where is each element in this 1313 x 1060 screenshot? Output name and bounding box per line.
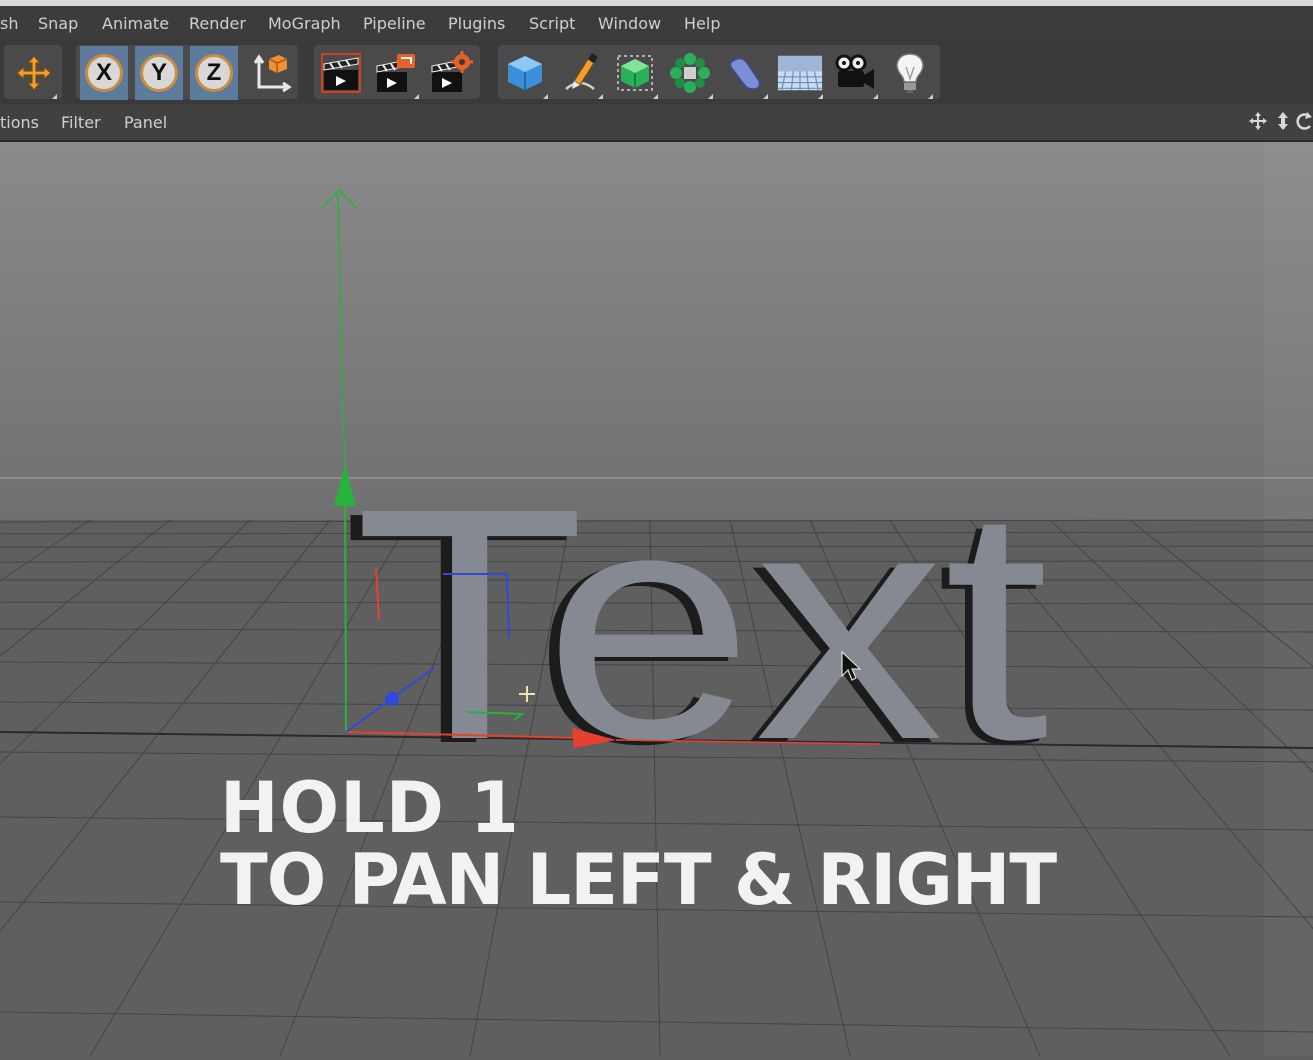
move-icon [16,55,52,91]
submenu-indicator-icon [763,94,768,99]
camera-button[interactable] [831,46,879,100]
menu-bar: sh Snap Animate Render MoGraph Pipeline … [0,6,1313,40]
viewport-menu-panel[interactable]: Panel [124,113,167,132]
submenu-indicator-icon [414,94,419,99]
subdivision-surface-button[interactable] [611,46,659,100]
text-object[interactable]: Text Text [342,439,1050,812]
x-axis-label: X [95,59,112,86]
menu-help[interactable]: Help [684,14,720,33]
cloner-button[interactable] [666,46,714,100]
floor-button[interactable] [776,46,824,100]
menu-pipeline[interactable]: Pipeline [363,14,426,33]
submenu-indicator-icon [598,94,603,99]
cube-icon [508,56,542,90]
pen-spline-button[interactable] [556,46,604,100]
camera-icon [835,54,874,89]
pen-icon [565,53,598,90]
menu-animate[interactable]: Animate [102,14,169,33]
submenu-indicator-icon [708,94,713,99]
coordinate-system-icon [253,54,292,93]
floor-icon [777,55,823,91]
y-axis-label: Y [150,59,167,86]
menu-mesh[interactable]: sh [0,14,18,33]
menu-script[interactable]: Script [529,14,575,33]
z-axis-handle-dot[interactable] [385,692,399,706]
menu-render[interactable]: Render [189,14,246,33]
render-settings-button[interactable] [427,46,475,100]
bend-deformer-icon [729,57,761,90]
lock-y-axis-button[interactable]: Y [135,46,183,100]
caption-line-2: TO PAN LEFT & RIGHT [220,839,1057,921]
menu-mograph[interactable]: MoGraph [268,14,341,33]
lock-y-icon: Y [140,54,178,92]
rotate-view-icon[interactable] [1296,112,1312,130]
submenu-indicator-icon [52,94,57,99]
move-tool-button[interactable] [10,46,58,100]
coordinate-system-button[interactable] [247,46,295,100]
viewport-menu-bar: tions Filter Panel [0,104,1313,142]
z-axis-label: Z [206,59,222,86]
cube-object-button[interactable] [501,46,549,100]
viewport-menu-filter[interactable]: Filter [61,113,101,132]
lock-x-icon: X [85,54,123,92]
3d-viewport[interactable]: Text Text HOLD 1 TO PAN LEFT & RIGHT [0,142,1313,1057]
main-toolbar: X Y Z [0,40,1313,104]
render-to-picture-viewer-button[interactable] [372,46,420,100]
viewport-navigation [1247,110,1313,134]
light-button[interactable] [886,46,934,100]
viewport-menu-options[interactable]: tions [0,113,39,132]
zoom-view-icon[interactable] [1278,112,1288,130]
submenu-indicator-icon [543,94,548,99]
menu-plugins[interactable]: Plugins [448,14,505,33]
cloner-icon [670,53,710,93]
pan-view-icon[interactable] [1249,112,1267,130]
subdivision-surface-icon [617,55,653,91]
menu-snap[interactable]: Snap [38,14,78,33]
tutorial-caption: HOLD 1 TO PAN LEFT & RIGHT [220,767,1057,921]
submenu-indicator-icon [928,94,933,99]
render-view-icon [321,53,361,93]
viewport-right-strip [1264,142,1313,1056]
bend-deformer-button[interactable] [721,46,769,100]
lock-z-icon: Z [195,54,233,92]
text-object-face: Text [354,439,1050,808]
render-view-button[interactable] [317,46,365,100]
y-axis-handle[interactable] [344,486,347,733]
light-icon [896,53,924,93]
submenu-indicator-icon [818,94,823,99]
render-settings-icon [431,51,473,92]
lock-z-axis-button[interactable]: Z [190,46,238,100]
caption-line-1: HOLD 1 [220,767,520,849]
submenu-indicator-icon [873,94,878,99]
render-to-picture-viewer-icon [376,54,415,92]
menu-window[interactable]: Window [598,14,661,33]
lock-x-axis-button[interactable]: X [80,46,128,100]
submenu-indicator-icon [653,94,658,99]
